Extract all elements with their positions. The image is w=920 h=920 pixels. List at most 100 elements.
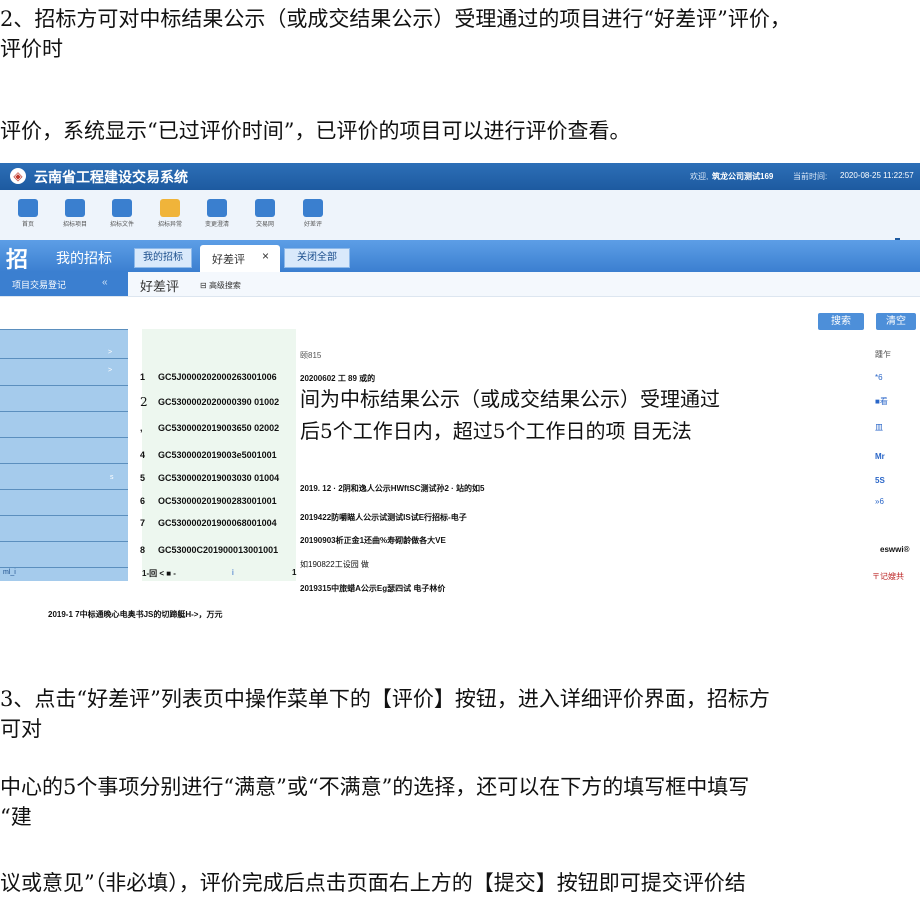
time-label: 当前时间: — [793, 172, 828, 181]
toolbar-rating[interactable]: 好差评 — [293, 199, 333, 228]
row-number: 1 — [140, 372, 146, 382]
bottom-row-text: 2019-1 7中标通晚心电奥书JS的切蹄艇H->，万元 — [48, 610, 223, 619]
row-number: 8 — [140, 545, 146, 555]
sidebar-header-label: 项目交易登记 — [12, 280, 67, 290]
sidebar-footer-text: ml_i — [3, 569, 16, 576]
row-number: , — [140, 423, 143, 433]
collapse-icon[interactable]: « — [102, 277, 108, 288]
toolbar-documents[interactable]: 招标文件 — [102, 199, 142, 228]
project-code[interactable]: GC53000C201900013001001 — [158, 545, 278, 555]
row-number: 7 — [140, 518, 146, 528]
paragraph-time-expired: 评价，系统显示“已过评价时间”，已评价的项目可以进行评价查看。 — [0, 119, 631, 143]
sidebar-expand-icon[interactable]: > — [108, 367, 112, 374]
action-column-header: 踵乍 — [875, 350, 891, 359]
project-name[interactable]: 2019422防嚼瞄人公示试测试IS试E行招标-电子 — [300, 512, 467, 523]
clear-button[interactable]: 清空 — [876, 313, 916, 330]
document-icon — [112, 199, 132, 217]
project-code[interactable]: OC530000201900283001001 — [158, 496, 277, 506]
sub-header — [0, 272, 920, 297]
time-value: 2020-08-25 11:22:57 — [840, 171, 914, 180]
paragraph-2-line-2: 评价时 — [0, 37, 63, 61]
toolbar-trade-site-label: 交易网 — [255, 222, 274, 228]
toolbar-projects[interactable]: 招标项目 — [55, 199, 95, 228]
paragraph-5: 议或意见”（非必填），评价完成后点击页面右上方的【提交】按钮即可提交评价结 — [0, 871, 746, 895]
sidebar-divider — [0, 463, 128, 464]
paragraph-4-line-1: 中心的5个事项分别进行“满意”或“不满意”的选择，还可以在下方的填写框中填写 — [0, 775, 750, 799]
project-code[interactable]: GC5300002019003650 02002 — [158, 423, 279, 433]
overlay-text-line-2: 后5个工作日内，超过5个工作日的项 目无法 — [300, 419, 692, 443]
section-label[interactable]: 我的招标 — [56, 248, 112, 268]
sidebar-divider — [0, 411, 128, 412]
project-name[interactable]: 2019. 12 · 2阴和逸人公示HWftSC测试孙2 · 站的如5 — [300, 483, 484, 494]
edit-icon — [207, 199, 227, 217]
paragraph-4-line-2: “建 — [0, 805, 32, 829]
action-link[interactable]: 5S — [875, 476, 885, 485]
sidebar-divider — [0, 329, 128, 330]
app-logo-icon: ◈ — [10, 168, 26, 184]
tab-bar: 招 我的招标 我的招标 好差评 × 关闭全部 — [0, 240, 920, 273]
sidebar-divider — [0, 515, 128, 516]
thumbs-up-icon — [303, 199, 323, 217]
sidebar-header[interactable]: 项目交易登记 « — [0, 272, 128, 296]
action-link[interactable]: 皿 — [875, 422, 883, 433]
overlay-text-line-1: 间为中标结果公示（或成交结果公示）受理通过 — [300, 387, 720, 411]
toolbar-exceptions-label: 招标异常 — [157, 222, 182, 228]
paragraph-2-line-1: 2、招标方可对中标结果公示（或成交结果公示）受理通过的项目进行“好差评”评价， — [0, 7, 791, 31]
app-title: 云南省工程建设交易系统 — [34, 169, 188, 185]
row-number: 4 — [140, 450, 146, 460]
paragraph-3-line-1: 3、点击“好差评”列表页中操作菜单下的【评价】按钮，进入详细评价界面，招标方 — [0, 687, 770, 711]
toolbar-home[interactable]: 首页 — [8, 199, 48, 228]
pager-controls[interactable]: 1-回 < ■ - — [142, 568, 176, 579]
monitor-icon — [255, 199, 275, 217]
my-bid-button[interactable]: 我的招标 — [134, 248, 192, 268]
sidebar-divider — [0, 437, 128, 438]
username[interactable]: 筑龙公司测试169 — [712, 171, 773, 182]
sidebar-divider — [0, 567, 128, 568]
welcome-text: 欢迎, — [690, 172, 709, 181]
tab-rating-label: 好差评 — [212, 254, 245, 266]
project-name[interactable]: 20190903析正金1还曲%寿砌龄做各大VE — [300, 535, 446, 546]
project-name[interactable]: 如190822工设园 做 — [300, 559, 369, 570]
project-code[interactable]: GC5J0000202000263001006 — [158, 372, 277, 382]
search-button[interactable]: 搜索 — [818, 313, 864, 330]
sidebar-divider — [0, 541, 128, 542]
project-code[interactable]: GC530000201900068001004 — [158, 518, 277, 528]
bid-badge-icon: 招 — [6, 247, 29, 273]
action-link[interactable]: »6 — [875, 497, 884, 506]
project-code[interactable]: GC5300002019003030 01004 — [158, 473, 279, 483]
row-number: 2 — [140, 395, 148, 409]
system-screenshot: ◈ 云南省工程建设交易系统 欢迎, 筑龙公司测试169 当前时间: 2020-0… — [0, 163, 920, 619]
view-link[interactable]: ■看 — [875, 396, 888, 407]
action-link[interactable]: *6 — [875, 373, 883, 382]
close-icon[interactable]: × — [262, 249, 269, 263]
toolbar-changes[interactable]: 变更澄清 — [197, 199, 237, 228]
main-toolbar: 首页 招标项目 招标文件 招标异常 变更澄清 交易网 好差评 — [0, 190, 920, 268]
project-code[interactable]: GC5300002020000390 01002 — [158, 397, 279, 407]
sidebar-divider — [0, 358, 128, 359]
sidebar-divider — [0, 489, 128, 490]
chart-icon — [65, 199, 85, 217]
paragraph-3-line-2: 可对 — [0, 717, 42, 741]
action-link[interactable]: eswwi® — [880, 545, 909, 554]
home-icon — [18, 199, 38, 217]
toolbar-rating-label: 好差评 — [303, 222, 322, 228]
sidebar: > > s — [0, 329, 128, 581]
project-code[interactable]: GC5300002019003e5001001 — [158, 450, 277, 460]
column-header: 颐815 — [300, 351, 322, 360]
sidebar-expand-icon[interactable]: > — [108, 349, 112, 356]
toolbar-trade-site[interactable]: 交易网 — [245, 199, 285, 228]
row-number: 6 — [140, 496, 146, 506]
hand-icon — [160, 199, 180, 217]
pager-page[interactable]: 1 — [292, 568, 296, 577]
page-title: 好差评 — [140, 279, 180, 294]
action-link[interactable]: Mr — [875, 452, 885, 461]
project-name[interactable]: 2019315中旅蜡A公示Eg瑟四试 电子林价 — [300, 583, 445, 594]
tab-rating[interactable]: 好差评 × — [200, 245, 280, 272]
toolbar-projects-label: 招标项目 — [62, 222, 87, 228]
close-all-button[interactable]: 关闭全部 — [284, 248, 350, 268]
toolbar-exceptions[interactable]: 招标异常 — [150, 199, 190, 228]
action-link[interactable]: 〒记嫂共 — [872, 571, 904, 582]
pager-marker: i — [232, 568, 234, 577]
advanced-search-link[interactable]: ⊟ 高级搜索 — [200, 280, 241, 291]
sidebar-s-mark: s — [110, 474, 114, 481]
